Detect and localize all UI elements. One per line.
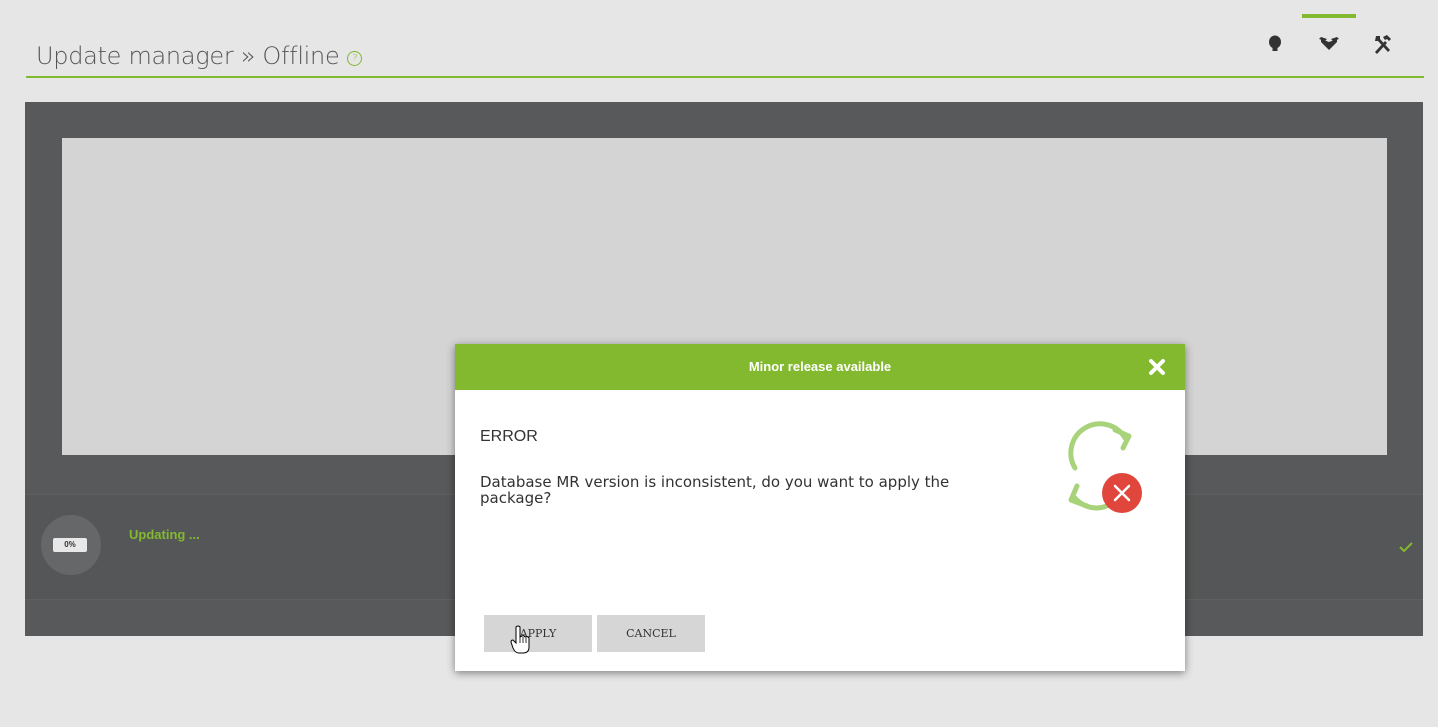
tools-icon[interactable] <box>1356 14 1410 74</box>
progress-status-label: Updating ... <box>129 527 200 542</box>
minor-release-dialog: Minor release available ERROR Database M… <box>455 344 1185 671</box>
check-icon <box>1399 539 1413 557</box>
dialog-header: Minor release available <box>455 344 1185 390</box>
error-heading: ERROR <box>480 428 538 445</box>
page-title: Update manager » Offline? <box>36 42 363 70</box>
package-icon[interactable] <box>1302 14 1356 74</box>
progress-percent-badge: 0% <box>53 538 87 552</box>
page-header: Update manager » Offline? <box>26 14 1424 78</box>
close-icon[interactable] <box>1147 357 1167 377</box>
error-message: Database MR version is inconsistent, do … <box>480 473 950 507</box>
header-icon-bar <box>1248 14 1410 74</box>
lightbulb-icon[interactable] <box>1248 14 1302 74</box>
page-title-text: Update manager » Offline <box>36 42 340 70</box>
apply-button[interactable]: APPLY <box>484 615 592 652</box>
update-error-icon <box>1045 410 1155 520</box>
help-icon[interactable]: ? <box>347 51 363 66</box>
cancel-button[interactable]: CANCEL <box>597 615 705 652</box>
hand-cursor-icon <box>510 625 530 660</box>
progress-circle: 0% <box>41 515 101 575</box>
page: Update manager » Offline? 0% Updating ..… <box>0 0 1438 727</box>
dialog-title: Minor release available <box>748 359 892 374</box>
